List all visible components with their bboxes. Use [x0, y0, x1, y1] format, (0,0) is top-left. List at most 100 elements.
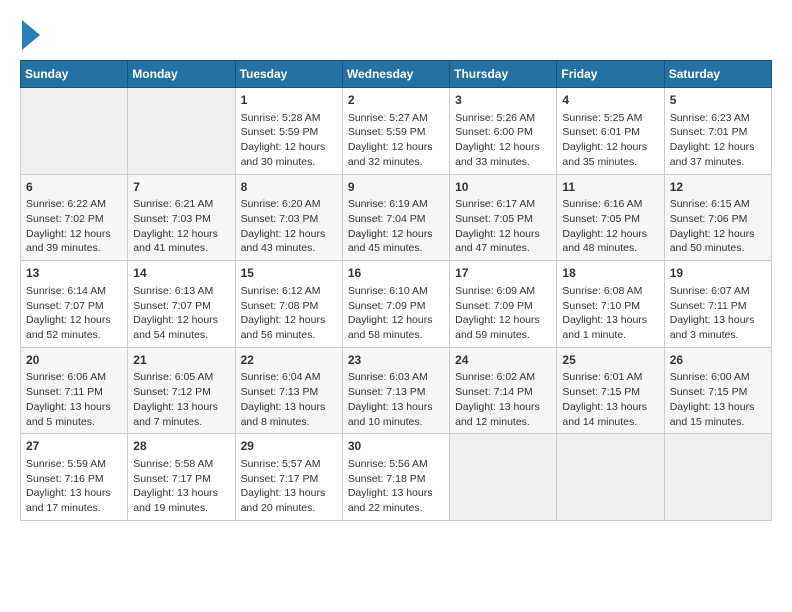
calendar-cell: 18Sunrise: 6:08 AMSunset: 7:10 PMDayligh…: [557, 261, 664, 348]
sunrise-text: Sunrise: 6:01 AM: [562, 370, 658, 385]
calendar-header-row: Sunday Monday Tuesday Wednesday Thursday…: [21, 61, 772, 88]
col-tuesday: Tuesday: [235, 61, 342, 88]
sunset-text: Sunset: 7:17 PM: [133, 472, 229, 487]
day-number: 22: [241, 352, 337, 369]
daylight-text: Daylight: 13 hours and 14 minutes.: [562, 400, 658, 429]
calendar-cell: 8Sunrise: 6:20 AMSunset: 7:03 PMDaylight…: [235, 174, 342, 261]
sunset-text: Sunset: 7:11 PM: [26, 385, 122, 400]
day-number: 25: [562, 352, 658, 369]
calendar-cell: [21, 88, 128, 175]
daylight-text: Daylight: 12 hours and 32 minutes.: [348, 140, 444, 169]
day-number: 3: [455, 92, 551, 109]
calendar-cell: 4Sunrise: 5:25 AMSunset: 6:01 PMDaylight…: [557, 88, 664, 175]
sunrise-text: Sunrise: 6:20 AM: [241, 197, 337, 212]
daylight-text: Daylight: 13 hours and 20 minutes.: [241, 486, 337, 515]
daylight-text: Daylight: 12 hours and 50 minutes.: [670, 227, 766, 256]
day-number: 7: [133, 179, 229, 196]
calendar-cell: 26Sunrise: 6:00 AMSunset: 7:15 PMDayligh…: [664, 347, 771, 434]
sunrise-text: Sunrise: 5:25 AM: [562, 111, 658, 126]
sunset-text: Sunset: 7:13 PM: [241, 385, 337, 400]
calendar-cell: 24Sunrise: 6:02 AMSunset: 7:14 PMDayligh…: [450, 347, 557, 434]
calendar-cell: 7Sunrise: 6:21 AMSunset: 7:03 PMDaylight…: [128, 174, 235, 261]
daylight-text: Daylight: 13 hours and 17 minutes.: [26, 486, 122, 515]
daylight-text: Daylight: 12 hours and 43 minutes.: [241, 227, 337, 256]
calendar-cell: 25Sunrise: 6:01 AMSunset: 7:15 PMDayligh…: [557, 347, 664, 434]
daylight-text: Daylight: 12 hours and 54 minutes.: [133, 313, 229, 342]
daylight-text: Daylight: 12 hours and 33 minutes.: [455, 140, 551, 169]
sunrise-text: Sunrise: 6:22 AM: [26, 197, 122, 212]
calendar-week-row: 6Sunrise: 6:22 AMSunset: 7:02 PMDaylight…: [21, 174, 772, 261]
day-number: 1: [241, 92, 337, 109]
day-number: 23: [348, 352, 444, 369]
calendar-cell: [450, 434, 557, 521]
day-number: 13: [26, 265, 122, 282]
sunrise-text: Sunrise: 6:13 AM: [133, 284, 229, 299]
calendar-cell: [664, 434, 771, 521]
daylight-text: Daylight: 12 hours and 59 minutes.: [455, 313, 551, 342]
calendar-cell: 23Sunrise: 6:03 AMSunset: 7:13 PMDayligh…: [342, 347, 449, 434]
sunrise-text: Sunrise: 5:28 AM: [241, 111, 337, 126]
day-number: 10: [455, 179, 551, 196]
calendar-cell: [128, 88, 235, 175]
day-number: 12: [670, 179, 766, 196]
day-number: 8: [241, 179, 337, 196]
sunrise-text: Sunrise: 6:08 AM: [562, 284, 658, 299]
day-number: 15: [241, 265, 337, 282]
sunrise-text: Sunrise: 6:00 AM: [670, 370, 766, 385]
col-monday: Monday: [128, 61, 235, 88]
sunset-text: Sunset: 7:06 PM: [670, 212, 766, 227]
day-number: 5: [670, 92, 766, 109]
sunset-text: Sunset: 7:07 PM: [26, 299, 122, 314]
calendar-week-row: 1 Sunrise: 5:28 AMSunset: 5:59 PM Daylight…: [21, 88, 772, 175]
calendar-cell: 12Sunrise: 6:15 AMSunset: 7:06 PMDayligh…: [664, 174, 771, 261]
day-number: 21: [133, 352, 229, 369]
day-number: 16: [348, 265, 444, 282]
sunrise-text: Sunrise: 5:59 AM: [26, 457, 122, 472]
calendar-cell: 6Sunrise: 6:22 AMSunset: 7:02 PMDaylight…: [21, 174, 128, 261]
day-number: 24: [455, 352, 551, 369]
day-number: 18: [562, 265, 658, 282]
sunrise-text: Sunrise: 6:06 AM: [26, 370, 122, 385]
sunset-text: Sunset: 7:08 PM: [241, 299, 337, 314]
sunset-text: Sunset: 7:14 PM: [455, 385, 551, 400]
calendar-cell: 3 Sunrise: 5:26 AMSunset: 6:00 PMDaylight…: [450, 88, 557, 175]
sunrise-text: Sunrise: 6:04 AM: [241, 370, 337, 385]
daylight-text: Daylight: 12 hours and 48 minutes.: [562, 227, 658, 256]
day-number: 2: [348, 92, 444, 109]
calendar-cell: [557, 434, 664, 521]
day-number: 30: [348, 438, 444, 455]
sunset-text: Sunset: 7:03 PM: [241, 212, 337, 227]
sunrise-text: Sunrise: 6:07 AM: [670, 284, 766, 299]
daylight-text: Daylight: 13 hours and 3 minutes.: [670, 313, 766, 342]
sunrise-text: Sunrise: 5:26 AM: [455, 111, 551, 126]
day-number: 9: [348, 179, 444, 196]
calendar-cell: 1Sunrise: 5:28 AMSunset: 5:59 PMDaylight…: [235, 88, 342, 175]
col-sunday: Sunday: [21, 61, 128, 88]
calendar-cell: 19Sunrise: 6:07 AMSunset: 7:11 PMDayligh…: [664, 261, 771, 348]
calendar-cell: 17Sunrise: 6:09 AMSunset: 7:09 PMDayligh…: [450, 261, 557, 348]
sunset-text: Sunset: 7:11 PM: [670, 299, 766, 314]
sunset-text: Sunset: 5:59 PM: [241, 125, 337, 140]
sunrise-text: Sunrise: 6:09 AM: [455, 284, 551, 299]
sunset-text: Sunset: 7:15 PM: [670, 385, 766, 400]
calendar-cell: 9Sunrise: 6:19 AMSunset: 7:04 PMDaylight…: [342, 174, 449, 261]
sunrise-text: Sunrise: 5:58 AM: [133, 457, 229, 472]
sunrise-text: Sunrise: 6:17 AM: [455, 197, 551, 212]
sunrise-text: Sunrise: 6:15 AM: [670, 197, 766, 212]
calendar-cell: 21Sunrise: 6:05 AMSunset: 7:12 PMDayligh…: [128, 347, 235, 434]
calendar-cell: 15Sunrise: 6:12 AMSunset: 7:08 PMDayligh…: [235, 261, 342, 348]
sunrise-text: Sunrise: 6:21 AM: [133, 197, 229, 212]
sunrise-text: Sunrise: 6:03 AM: [348, 370, 444, 385]
daylight-text: Daylight: 13 hours and 5 minutes.: [26, 400, 122, 429]
sunrise-text: Sunrise: 5:56 AM: [348, 457, 444, 472]
sunset-text: Sunset: 6:00 PM: [455, 125, 551, 140]
sunset-text: Sunset: 7:05 PM: [562, 212, 658, 227]
sunset-text: Sunset: 7:18 PM: [348, 472, 444, 487]
col-friday: Friday: [557, 61, 664, 88]
day-number: 14: [133, 265, 229, 282]
day-number: 6: [26, 179, 122, 196]
sunset-text: Sunset: 7:12 PM: [133, 385, 229, 400]
sunset-text: Sunset: 6:01 PM: [562, 125, 658, 140]
sunset-text: Sunset: 7:16 PM: [26, 472, 122, 487]
daylight-text: Daylight: 13 hours and 1 minute.: [562, 313, 658, 342]
